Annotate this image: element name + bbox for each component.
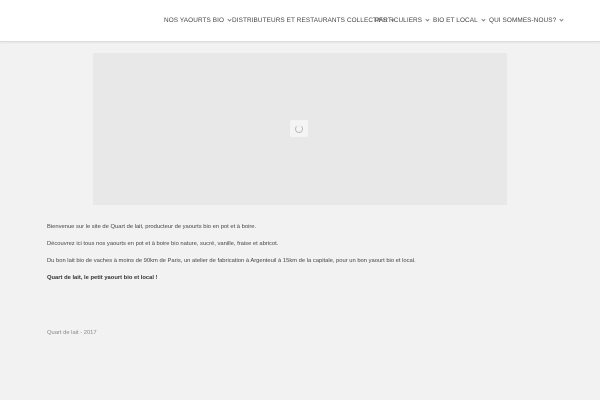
footer-copyright: Quart de lait - 2017 <box>47 330 97 336</box>
site-header: Nos yaourts bio Distributeurs et restaur… <box>0 0 600 42</box>
nav-item-bio-et-local[interactable]: Bio et local <box>433 17 486 24</box>
origin-paragraph: Du bon lait bio de vaches à moins de 90k… <box>47 258 416 264</box>
nav-item-label: Distributeurs et restaurants collectifs <box>232 17 388 24</box>
nav-item-label: Particuliers <box>375 17 423 24</box>
main-nav: Nos yaourts bio Distributeurs et restaur… <box>0 0 600 42</box>
nav-item-label: Bio et local <box>433 17 478 24</box>
chevron-down-icon <box>425 17 430 22</box>
nav-item-particuliers[interactable]: Particuliers <box>375 17 430 24</box>
nav-item-label: Qui sommes-nous? <box>489 17 557 24</box>
nav-item-qui-sommes-nous[interactable]: Qui sommes-nous? <box>489 17 564 24</box>
chevron-down-icon <box>481 17 486 22</box>
main-content: Bienvenue sur le site de Quart de lait, … <box>47 223 567 291</box>
tagline: Quart de lait, le petit yaourt bio et lo… <box>47 275 158 281</box>
nav-item-label: Nos yaourts bio <box>164 17 225 24</box>
nav-item-nos-yaourts-bio[interactable]: Nos yaourts bio <box>164 17 232 24</box>
loading-spinner-icon <box>290 120 308 137</box>
spinner-ring <box>295 124 303 133</box>
chevron-down-icon <box>559 17 564 22</box>
products-paragraph: Découvrez ici tous nos yaourts en pot et… <box>47 241 279 247</box>
intro-paragraph: Bienvenue sur le site de Quart de lait, … <box>47 224 257 230</box>
nav-item-distributeurs[interactable]: Distributeurs et restaurants collectifs <box>232 17 395 24</box>
